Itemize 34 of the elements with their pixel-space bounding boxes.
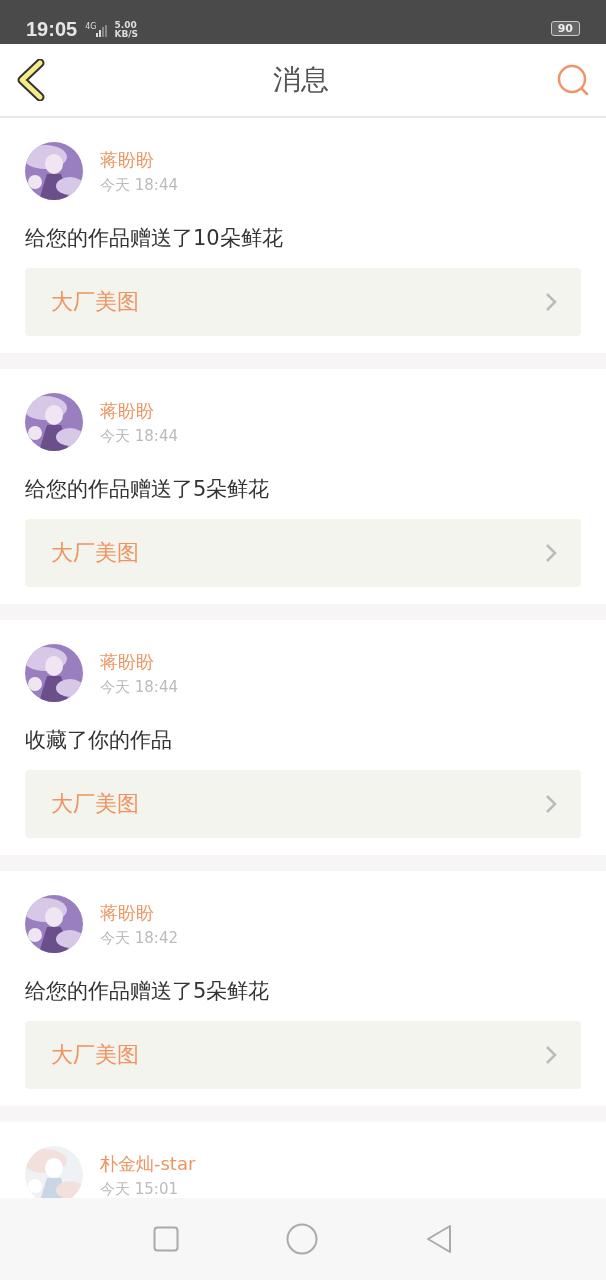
user-name[interactable]: 蒋盼盼 (100, 398, 178, 423)
user-name[interactable]: 蒋盼盼 (100, 649, 178, 674)
back-icon[interactable] (16, 59, 46, 101)
work-link[interactable]: 大厂美图 (25, 1021, 581, 1089)
work-link[interactable]: 大厂美图 (25, 519, 581, 587)
message-text: 收藏了你的作品 (25, 727, 173, 754)
network-type: 4G (85, 22, 97, 31)
home-icon[interactable] (286, 1223, 318, 1255)
recents-icon[interactable] (153, 1226, 180, 1252)
message-time: 今天 18:42 (100, 928, 178, 948)
search-icon[interactable] (556, 63, 590, 97)
back-nav-icon[interactable] (424, 1224, 453, 1254)
chevron-right-icon (545, 1045, 557, 1065)
user-name[interactable]: 朴金灿-star (100, 1151, 196, 1176)
page-title: 消息 (273, 62, 329, 98)
message-time: 今天 15:01 (100, 1179, 179, 1198)
work-link[interactable]: 大厂美图 (25, 770, 581, 838)
work-link[interactable]: 大厂美图 (25, 268, 581, 336)
message-time: 今天 18:44 (100, 677, 178, 697)
battery-level: 90 (550, 21, 580, 36)
status-time: 19:05 (26, 18, 78, 41)
chevron-right-icon (545, 794, 557, 814)
message-text: 给您的作品赠送了10朵鲜花 (25, 225, 284, 252)
message-text: 给您的作品赠送了5朵鲜花 (25, 476, 271, 503)
chevron-right-icon (545, 543, 557, 563)
message-time: 今天 18:44 (100, 426, 178, 446)
signal-icon (96, 25, 109, 37)
message-text: 给您的作品赠送了5朵鲜花 (25, 978, 271, 1005)
message-time: 今天 18:44 (100, 175, 178, 195)
network-speed: 5.00 (114, 21, 138, 30)
chevron-right-icon (545, 292, 557, 312)
speed-unit: KB/S (114, 30, 139, 39)
user-name[interactable]: 蒋盼盼 (100, 147, 178, 172)
user-name[interactable]: 蒋盼盼 (100, 900, 178, 925)
